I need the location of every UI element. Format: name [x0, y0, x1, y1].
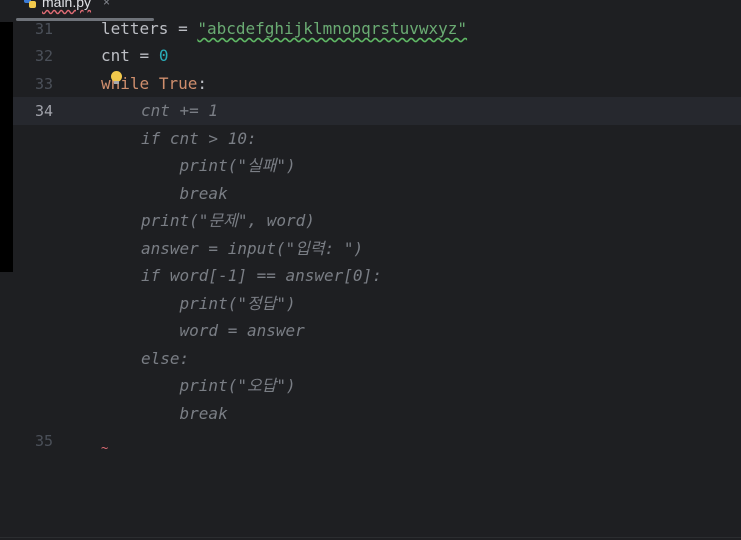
- left-tool-strip: [0, 22, 13, 272]
- cnt-value: 0: [158, 46, 169, 65]
- assign-operator: =: [129, 46, 159, 65]
- current-line-highlight: [13, 97, 741, 125]
- code-line-inner[interactable]: print("오답"): [141, 376, 296, 396]
- code-line-inner[interactable]: cnt += 1: [141, 101, 218, 121]
- error-marker: ~: [101, 441, 109, 455]
- left-tool-strip-lower: [0, 272, 14, 540]
- python-file-icon: [24, 0, 36, 8]
- code-line-inner[interactable]: break: [141, 184, 228, 204]
- code-line-inner[interactable]: print("실패"): [141, 156, 296, 176]
- code-line-32[interactable]: cnt = 0: [101, 46, 168, 66]
- code-line-inner[interactable]: else:: [141, 349, 189, 369]
- code-line-inner[interactable]: if cnt > 10:: [141, 129, 257, 149]
- letters-variable: letters: [101, 19, 169, 38]
- line-number-35: 35: [34, 432, 53, 450]
- lightbulb-icon[interactable]: [111, 71, 122, 84]
- close-icon[interactable]: ×: [103, 0, 110, 9]
- code-line-inner[interactable]: print("문제", word): [141, 211, 315, 231]
- colon: :: [197, 74, 207, 93]
- cnt-variable: cnt: [101, 46, 130, 65]
- code-line-31[interactable]: letters = "abcdefghijklmnopqrstuvwxyz": [101, 19, 467, 39]
- line-number-34: 34: [34, 102, 53, 120]
- code-line-inner[interactable]: print("정답"): [141, 294, 296, 314]
- letters-string: "abcdefghijklmnopqrstuvwxyz": [197, 19, 468, 38]
- assign-operator: =: [168, 19, 198, 38]
- code-line-inner[interactable]: break: [141, 404, 228, 424]
- bottom-divider: [0, 537, 741, 538]
- line-number-33: 33: [34, 75, 53, 93]
- true-keyword: True: [158, 74, 198, 93]
- line-number-31: 31: [34, 20, 53, 38]
- tab-filename: main.py: [42, 0, 92, 10]
- code-line-inner[interactable]: answer = input("입력: "): [141, 239, 363, 259]
- line-number-32: 32: [34, 47, 53, 65]
- code-line-inner[interactable]: word = answer: [141, 321, 305, 341]
- code-line-inner[interactable]: if word[-1] == answer[0]:: [141, 266, 382, 286]
- tab-main-py[interactable]: main.py ×: [24, 0, 110, 13]
- while-keyword: while: [101, 74, 150, 93]
